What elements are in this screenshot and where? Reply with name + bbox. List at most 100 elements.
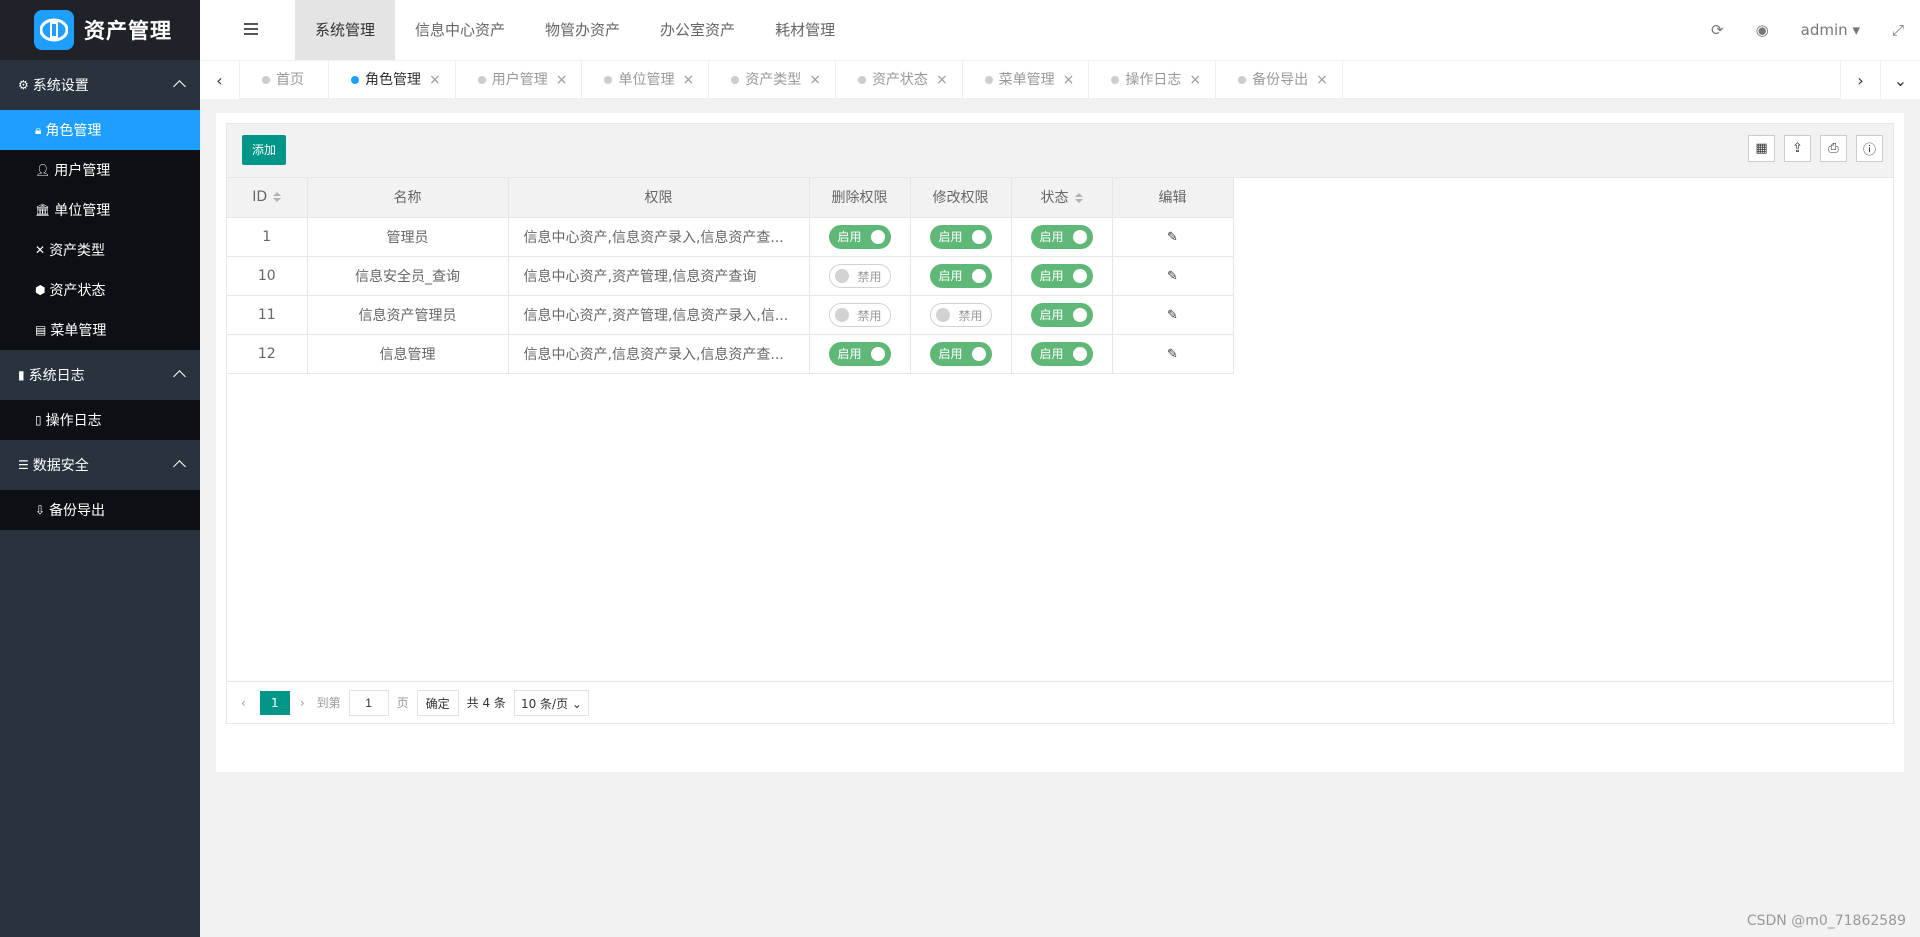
status-switch[interactable]: 启用 xyxy=(1030,341,1093,366)
close-icon[interactable]: × xyxy=(809,61,821,99)
sidebar-item-label: 操作日志 xyxy=(45,413,102,429)
page-unit: 页 xyxy=(396,696,409,710)
sidebar-group[interactable]: ⚙ 系统设置 xyxy=(0,60,200,110)
logo[interactable]: 资产管理 xyxy=(0,0,200,60)
user-menu[interactable]: admin ▾ xyxy=(1801,21,1860,39)
confirm-button[interactable]: 确定 xyxy=(416,689,459,716)
del-switch[interactable]: 禁用 xyxy=(828,302,891,327)
top-nav-item[interactable]: 耗材管理 xyxy=(755,0,855,60)
close-icon[interactable]: × xyxy=(429,61,441,99)
del-switch[interactable]: 启用 xyxy=(828,341,891,366)
page-current[interactable]: 1 xyxy=(259,690,290,715)
page-size-select[interactable]: 10 条/页 ⌄ xyxy=(513,689,589,716)
prev-page-icon[interactable]: ‹ xyxy=(241,696,246,710)
tab-label: 首页 xyxy=(276,72,304,88)
theme-icon[interactable]: ◉ xyxy=(1756,21,1769,39)
user-name: admin xyxy=(1800,21,1848,39)
sidebar-item[interactable]: ▯ 操作日志 xyxy=(0,400,200,440)
export-icon[interactable]: ⇪ xyxy=(1784,135,1811,162)
cube-icon: ⬢ xyxy=(35,283,46,297)
close-icon[interactable]: × xyxy=(556,61,568,99)
sidebar-item-label: 菜单管理 xyxy=(50,323,107,339)
page-tab[interactable]: 菜单管理 × xyxy=(963,61,1090,99)
sort-icon[interactable] xyxy=(1074,193,1083,204)
tab-label: 用户管理 xyxy=(491,72,548,88)
sidebar-group[interactable]: ▮ 系统日志 xyxy=(0,350,200,400)
watermark: CSDN @m0_71862589 xyxy=(1746,913,1906,929)
mod-switch[interactable]: 启用 xyxy=(929,224,992,249)
sort-icon[interactable] xyxy=(273,192,282,203)
page-tab[interactable]: 操作日志 × xyxy=(1089,61,1217,99)
sidebar-group[interactable]: ☰ 数据安全 xyxy=(0,440,200,490)
sidebar-item[interactable]: ⬢ 资产状态 xyxy=(0,270,200,310)
page-tab[interactable]: 角色管理 × xyxy=(329,61,456,99)
sidebar-item[interactable]: 🏛︎ 单位管理 xyxy=(0,190,200,230)
page-tab[interactable]: 首页 xyxy=(240,61,329,99)
tab-label: 单位管理 xyxy=(618,72,675,88)
page-tab[interactable]: 单位管理 × xyxy=(582,61,710,99)
tab-dot-icon xyxy=(984,76,993,84)
col-id[interactable]: ID xyxy=(227,178,308,218)
page-input[interactable] xyxy=(348,689,389,716)
tab-prev-icon[interactable]: ‹ xyxy=(200,61,240,99)
status-switch[interactable]: 启用 xyxy=(1030,302,1093,327)
sidebar-item[interactable]: ✕ 资产类型 xyxy=(0,230,200,270)
edit-pencil-icon[interactable]: ✎ xyxy=(1167,308,1178,323)
page-tab[interactable]: 用户管理 × xyxy=(456,61,583,99)
next-page-icon[interactable]: › xyxy=(300,696,305,710)
sidebar-item[interactable]: ⇩ 备份导出 xyxy=(0,490,200,530)
status-switch[interactable]: 启用 xyxy=(1030,224,1093,249)
close-icon[interactable]: × xyxy=(1063,61,1075,99)
sidebar-item[interactable]: ▤ 菜单管理 xyxy=(0,310,200,350)
table-row: 11 信息资产管理员 信息中心资产,资产管理,信息资产录入,信... 禁用 禁用 启用 ✎ xyxy=(227,295,1234,335)
sidebar-item[interactable]: 🔒︎ 角色管理 xyxy=(0,110,200,150)
mod-switch[interactable]: 禁用 xyxy=(929,302,992,327)
tab-next-icon[interactable]: › xyxy=(1840,61,1880,99)
info-icon[interactable]: ⓘ xyxy=(1856,135,1883,162)
role-table: ID 名称 权限 删除权限 修改权限 状态 编辑 1 管理员 信息中心资产,信息资产… xyxy=(226,177,1894,724)
database-icon: ☰ xyxy=(18,458,29,472)
top-nav-item[interactable]: 物管办资产 xyxy=(525,0,640,60)
mod-switch[interactable]: 启用 xyxy=(929,341,992,366)
sidebar-item[interactable]: 👤︎ 用户管理 xyxy=(0,150,200,190)
edit-pencil-icon[interactable]: ✎ xyxy=(1167,347,1178,362)
page-tab[interactable]: 资产状态 × xyxy=(836,61,963,99)
sidebar-item-label: 资产类型 xyxy=(49,243,106,259)
page-tab[interactable]: 备份导出 × xyxy=(1216,61,1343,99)
cell-id: 10 xyxy=(227,256,308,296)
edit-pencil-icon[interactable]: ✎ xyxy=(1167,230,1178,245)
fullscreen-icon[interactable]: ⤢ xyxy=(1892,21,1904,39)
menu-toggle-icon[interactable] xyxy=(244,23,258,35)
top-nav-item[interactable]: 办公室资产 xyxy=(640,0,755,60)
add-button[interactable]: 添加 xyxy=(242,135,287,165)
mod-switch[interactable]: 启用 xyxy=(929,263,992,288)
refresh-icon[interactable]: ⟳ xyxy=(1711,21,1724,39)
col-mod: 修改权限 xyxy=(910,178,1012,218)
columns-icon[interactable]: ▦ xyxy=(1748,135,1775,162)
col-id-label: ID xyxy=(252,189,268,206)
tab-menu-icon[interactable]: ⌄ xyxy=(1880,61,1920,99)
sidebar-item-label: 单位管理 xyxy=(54,203,111,219)
close-icon[interactable]: × xyxy=(1189,61,1201,99)
user-icon: 👤︎ xyxy=(35,163,51,177)
cross-tools-icon: ✕ xyxy=(35,243,46,257)
page-tab[interactable]: 资产类型 × xyxy=(709,61,836,99)
table-row: 10 信息安全员_查询 信息中心资产,资产管理,信息资产查询 禁用 启用 启用 ✎ xyxy=(227,256,1234,296)
status-switch[interactable]: 启用 xyxy=(1030,263,1093,288)
sidebar-group-label: 系统日志 xyxy=(28,368,85,384)
print-icon[interactable]: ⎙ xyxy=(1820,135,1847,162)
file-icon: ▮ xyxy=(18,368,25,382)
col-status[interactable]: 状态 xyxy=(1011,178,1113,218)
tab-bar: ‹ 首页 角色管理 × 用户管理 × 单位管理 × 资产类型 × 资产状态 × 菜单管理 × 操作日志 × 备… xyxy=(200,61,1920,99)
del-switch[interactable]: 启用 xyxy=(828,224,891,249)
close-icon[interactable]: × xyxy=(1316,61,1328,99)
close-icon[interactable]: × xyxy=(936,61,948,99)
del-switch[interactable]: 禁用 xyxy=(828,263,891,288)
close-icon[interactable]: × xyxy=(682,61,694,99)
edit-pencil-icon[interactable]: ✎ xyxy=(1167,269,1178,284)
top-nav-item[interactable]: 系统管理 xyxy=(295,0,396,60)
main-panel: 添加 ▦ ⇪ ⎙ ⓘ ID 名称 权限 删除权限 修改权限 状态 编辑 1 管理员… xyxy=(216,113,1904,772)
tab-dot-icon xyxy=(857,76,866,84)
top-nav-item[interactable]: 信息中心资产 xyxy=(395,0,525,60)
sidebar-item-label: 资产状态 xyxy=(49,283,106,299)
